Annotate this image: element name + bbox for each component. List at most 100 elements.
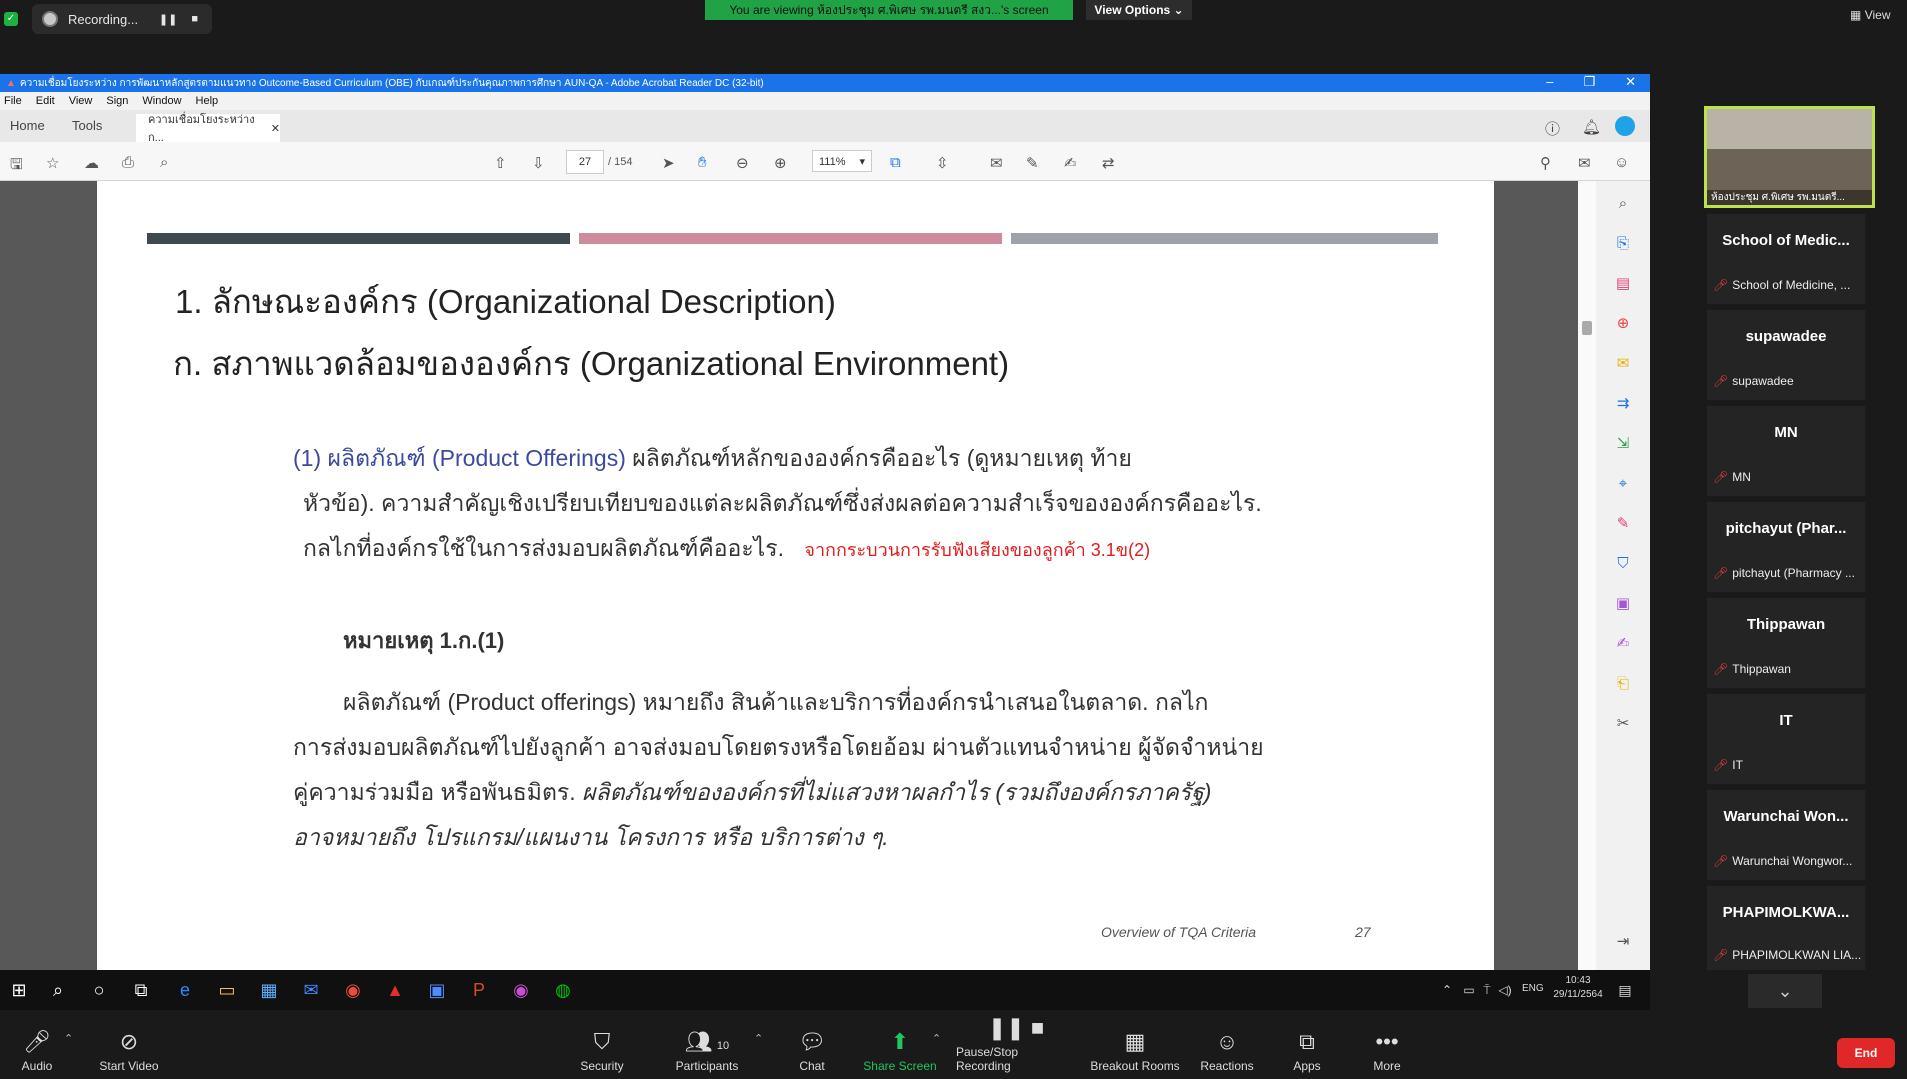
cortana-icon[interactable]: ○ bbox=[88, 979, 110, 1001]
select-cursor-icon[interactable]: ➤ bbox=[662, 154, 675, 172]
powerpoint-icon[interactable]: P bbox=[468, 979, 490, 1001]
comment-rail-icon[interactable]: ✉︎ bbox=[1614, 355, 1632, 373]
view-options-button[interactable]: View Options ⌄ bbox=[1086, 0, 1192, 20]
participants-chevron-icon[interactable]: ⌃ bbox=[754, 1032, 763, 1045]
scroll-mode-icon[interactable]: ⇳ bbox=[936, 154, 949, 172]
volume-icon[interactable]: ◁) bbox=[1494, 979, 1516, 1001]
tab-home[interactable]: Home bbox=[10, 118, 45, 133]
minimize-icon[interactable]: – bbox=[1546, 74, 1553, 90]
menu-edit[interactable]: Edit bbox=[36, 95, 55, 107]
scan-icon[interactable]: ⌖ bbox=[1614, 475, 1632, 493]
active-speaker-video[interactable]: ห้องประชุม ศ.พิเศษ รพ.มนตรี... bbox=[1704, 106, 1875, 208]
menu-help[interactable]: Help bbox=[196, 95, 219, 107]
sign-icon[interactable]: ✍︎ bbox=[1064, 154, 1077, 172]
share-chevron-icon[interactable]: ⌃ bbox=[932, 1032, 941, 1045]
pause-stop-recording-button[interactable]: ❚❚ ■ Pause/Stop Recording bbox=[956, 1010, 1076, 1079]
participant-tile[interactable]: MN 🎤︎ MN bbox=[1707, 406, 1865, 496]
security-button[interactable]: ⛉ Security bbox=[576, 1010, 628, 1079]
view-button[interactable]: ▦ View bbox=[1850, 8, 1890, 22]
compress-icon[interactable]: ⇲ bbox=[1614, 435, 1632, 453]
organize-pages-icon[interactable]: ▤ bbox=[1614, 275, 1632, 293]
zoom-level-select[interactable]: 111% ▾ bbox=[812, 150, 872, 172]
tray-chevron-icon[interactable]: ⌃ bbox=[1436, 979, 1458, 1001]
search-taskbar-icon[interactable]: ⌕ bbox=[47, 979, 69, 1001]
participant-tile[interactable]: pitchayut (Phar... 🎤︎ pitchayut (Pharmacy … bbox=[1707, 502, 1865, 592]
restore-icon[interactable]: ❐ bbox=[1583, 74, 1595, 90]
redact-icon[interactable]: ▣ bbox=[1614, 595, 1632, 613]
store-icon[interactable]: ▦ bbox=[258, 979, 280, 1001]
reactions-button[interactable]: ☺︎ Reactions bbox=[1200, 1010, 1254, 1079]
tab-document[interactable]: ความเชื่อมโยงระหว่าง ก... ✕ bbox=[136, 114, 280, 144]
input-language[interactable]: ENG bbox=[1522, 983, 1544, 994]
email-icon[interactable]: ✉︎ bbox=[1578, 154, 1591, 172]
fill-sign-icon[interactable]: ⇄ bbox=[1102, 154, 1115, 172]
participant-tile[interactable]: School of Medic... 🎤︎ School of Medicine, … bbox=[1707, 214, 1865, 304]
end-meeting-button[interactable]: End bbox=[1837, 1038, 1895, 1068]
document-viewport[interactable]: 1. ลักษณะองค์กร (Organizational Descript… bbox=[0, 181, 1596, 970]
export-pdf-icon[interactable]: ⎘ bbox=[1614, 235, 1632, 253]
create-pdf-icon[interactable]: ⊕ bbox=[1614, 315, 1632, 333]
chat-button[interactable]: 💬︎ Chat bbox=[790, 1010, 834, 1079]
acrobat-taskbar-icon[interactable]: ▲ bbox=[384, 979, 406, 1001]
scroll-thumb[interactable] bbox=[1582, 321, 1592, 335]
participant-tile[interactable]: IT 🎤︎ IT bbox=[1707, 694, 1865, 784]
search-icon[interactable]: ⌕ bbox=[1614, 195, 1632, 213]
send-track-icon[interactable]: ⎗ bbox=[1614, 675, 1632, 693]
share-screen-button[interactable]: ⬆ Share Screen bbox=[862, 1010, 938, 1079]
collapse-rail-icon[interactable]: ⇥ bbox=[1614, 933, 1632, 951]
fill-sign-rail-icon[interactable]: ✎ bbox=[1614, 515, 1632, 533]
page-down-icon[interactable]: ⇩ bbox=[532, 154, 545, 172]
mail-icon[interactable]: ✉︎ bbox=[300, 979, 322, 1001]
zoom-out-icon[interactable]: ⊖ bbox=[736, 154, 749, 172]
help-icon[interactable]: ⓘ bbox=[1545, 118, 1560, 139]
clock[interactable]: 10:43 29/11/2564 bbox=[1548, 974, 1608, 1002]
stop-recording-icon[interactable]: ■ bbox=[191, 13, 198, 26]
chrome-profile-icon[interactable]: ◉ bbox=[510, 979, 532, 1001]
task-view-icon[interactable]: ⧉ bbox=[130, 979, 152, 1001]
file-explorer-icon[interactable]: ▭ bbox=[216, 979, 238, 1001]
close-icon[interactable]: ✕ bbox=[1625, 74, 1636, 90]
save-icon[interactable]: 🖫︎ bbox=[10, 154, 23, 179]
menu-file[interactable]: File bbox=[4, 95, 22, 107]
pause-recording-icon[interactable]: ❚❚ bbox=[159, 13, 177, 26]
breakout-rooms-button[interactable]: ▦ Breakout Rooms bbox=[1090, 1010, 1180, 1079]
participant-tile[interactable]: supawadee 🎤︎ supawadee bbox=[1707, 310, 1865, 400]
protect-icon[interactable]: ⛉ bbox=[1614, 555, 1632, 573]
audio-options-chevron-icon[interactable]: ⌃ bbox=[64, 1032, 73, 1045]
participant-tile[interactable]: Warunchai Won... 🎤︎ Warunchai Wongwor... bbox=[1707, 790, 1865, 880]
apps-button[interactable]: ⧉ Apps bbox=[1290, 1010, 1324, 1079]
windows-start-icon[interactable]: ⊞ bbox=[8, 979, 30, 1001]
chrome-icon[interactable]: ◉ bbox=[342, 979, 364, 1001]
menu-sign[interactable]: Sign bbox=[106, 95, 128, 107]
bell-icon[interactable]: 🔔︎ bbox=[1582, 118, 1601, 136]
comment-icon[interactable]: ✉︎ bbox=[990, 154, 1003, 172]
print-icon[interactable]: ⎙ bbox=[122, 154, 134, 171]
more-button[interactable]: ••• More bbox=[1370, 1010, 1404, 1079]
zoom-search-icon[interactable]: ⌕ bbox=[160, 154, 168, 171]
highlight-pen-icon[interactable]: ✎ bbox=[1026, 154, 1039, 172]
sign-rail-icon[interactable]: ✍︎ bbox=[1614, 635, 1632, 653]
account-icon[interactable] bbox=[1615, 116, 1635, 136]
edge-icon[interactable]: e bbox=[174, 979, 196, 1001]
notifications-icon[interactable]: ▤ bbox=[1614, 979, 1636, 1001]
combine-icon[interactable]: ⇉ bbox=[1614, 395, 1632, 413]
bookmark-star-icon[interactable]: ☆ bbox=[46, 154, 59, 172]
page-number-input[interactable]: 27 bbox=[566, 150, 604, 174]
tab-tools[interactable]: Tools bbox=[72, 118, 102, 133]
line-app-icon[interactable]: ◍ bbox=[552, 979, 574, 1001]
zoom-in-icon[interactable]: ⊕ bbox=[774, 154, 787, 172]
audio-button[interactable]: 🎤︎ Audio bbox=[14, 1010, 60, 1079]
fit-page-icon[interactable]: ⧉ bbox=[890, 154, 901, 171]
close-tab-icon[interactable]: ✕ bbox=[271, 122, 280, 135]
gallery-scroll-down-button[interactable]: ⌄ bbox=[1748, 974, 1822, 1008]
menu-view[interactable]: View bbox=[69, 95, 93, 107]
start-video-button[interactable]: ⊘ Start Video bbox=[96, 1010, 162, 1079]
vertical-scrollbar[interactable] bbox=[1578, 181, 1596, 970]
participant-tile[interactable]: Thippawan 🎤︎ Thippawan bbox=[1707, 598, 1865, 688]
hand-tool-icon[interactable]: ✋︎ bbox=[698, 154, 707, 171]
zoom-taskbar-icon[interactable]: ▣ bbox=[426, 979, 448, 1001]
share-user-icon[interactable]: ☺︎ bbox=[1614, 154, 1629, 171]
menu-window[interactable]: Window bbox=[142, 95, 181, 107]
upload-cloud-icon[interactable]: ☁︎ bbox=[84, 154, 99, 172]
more-tools-icon[interactable]: ✂︎ bbox=[1614, 715, 1632, 733]
